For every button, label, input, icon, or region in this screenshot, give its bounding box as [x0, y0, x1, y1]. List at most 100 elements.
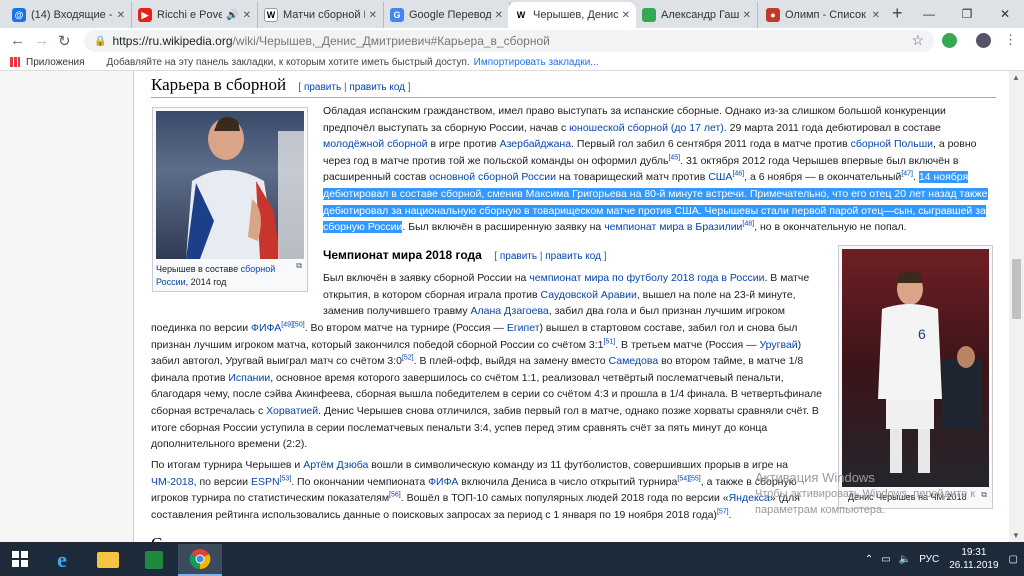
close-icon[interactable]: ✕ [369, 10, 377, 21]
edit-code-link[interactable]: править код [349, 82, 405, 93]
close-icon[interactable]: ✕ [743, 10, 751, 21]
menu-icon[interactable]: ⋮ [1004, 32, 1017, 48]
tab-matches[interactable]: W Матчи сборной Р ✕ [258, 2, 384, 28]
address-bar[interactable]: 🔒 https://ru.wikipedia.org/wiki/Черышев,… [84, 30, 934, 52]
link-egypt[interactable]: Египет [507, 322, 540, 334]
link-azerbaijan[interactable]: Азербайджана [500, 138, 572, 150]
taskbar-explorer[interactable] [86, 544, 130, 576]
taskbar-chrome[interactable] [178, 544, 222, 576]
ref-56[interactable]: [56] [389, 492, 401, 499]
extension-icon[interactable] [942, 33, 957, 48]
link-croatia[interactable]: Хорватией [266, 405, 318, 417]
chevron-up-icon[interactable]: ⌃ [865, 554, 873, 565]
enlarge-icon[interactable]: ⧉ [296, 261, 302, 271]
edit-code-link[interactable]: править код [545, 251, 601, 262]
photo-caption: Черышев в составе сборной России, 2014 г… [156, 263, 304, 289]
ref-46[interactable]: [46] [732, 171, 744, 178]
bookmarks-hint: Добавляйте на эту панель закладки, к кот… [106, 56, 470, 68]
ref-50[interactable]: [50] [293, 322, 305, 329]
clock[interactable]: 19:31 26.11.2019 [949, 546, 998, 572]
link-saudi-arabia[interactable]: Саудовской Аравии [541, 289, 637, 301]
maximize-icon[interactable]: ❐ [948, 0, 986, 28]
network-icon[interactable]: ▭ [881, 554, 890, 565]
clock-time: 19:31 [961, 547, 987, 558]
link-wc-2018[interactable]: ЧМ-2018 [151, 476, 194, 488]
link-fifa[interactable]: ФИФА [251, 322, 281, 334]
link-wc-2018-russia[interactable]: чемпионат мира по футболу 2018 года в Ро… [529, 272, 764, 284]
apps-label[interactable]: Приложения [26, 57, 85, 68]
taskbar-store[interactable] [132, 544, 176, 576]
activation-title: Активация Windows [755, 470, 875, 485]
speaker-icon[interactable]: 🔈 [899, 554, 911, 565]
scroll-up-icon[interactable]: ▲ [1012, 73, 1020, 82]
avatar[interactable] [976, 33, 991, 48]
photo-thumbnail-2014[interactable]: ⧉ Черышев в составе сборной России, 2014… [152, 107, 308, 292]
tab-title: Ricchi e Poveri [157, 9, 222, 21]
tab-inbox[interactable]: @ (14) Входящие - П ✕ [6, 2, 132, 28]
apps-icon[interactable] [10, 57, 20, 67]
link-uruguay[interactable]: Уругвай [759, 339, 797, 351]
tab-cheryshev[interactable]: W Черышев, Денис Д ✕ [508, 2, 636, 28]
scrollbar-thumb[interactable] [1012, 259, 1021, 319]
ref-57[interactable]: [57] [717, 508, 729, 515]
close-icon[interactable]: ✕ [495, 10, 503, 21]
edit-link[interactable]: править [500, 251, 537, 262]
vertical-scrollbar[interactable]: ▲ ▼ [1009, 71, 1024, 542]
close-window-icon[interactable]: ✕ [986, 0, 1024, 28]
player-photo-2014[interactable] [156, 111, 304, 259]
ref-54[interactable]: [54] [677, 475, 689, 482]
section-title: Карьера в сборной [151, 75, 287, 94]
tab-youtube[interactable]: ▶ Ricchi e Poveri 🔊 ✕ [132, 2, 258, 28]
taskbar-ie[interactable]: e [40, 544, 84, 576]
ref-49[interactable]: [49] [281, 322, 293, 329]
link-fifa-2[interactable]: ФИФА [428, 476, 458, 488]
minimize-icon[interactable]: — [910, 0, 948, 28]
link-usa[interactable]: США [708, 171, 732, 183]
close-icon[interactable]: ✕ [622, 10, 630, 21]
bookmark-star-icon[interactable]: ☆ [911, 32, 924, 49]
ref-48[interactable]: [48] [742, 221, 754, 228]
tab-title: Черышев, Денис Д [533, 9, 618, 21]
start-button[interactable] [0, 542, 40, 576]
edit-link[interactable]: править [304, 82, 341, 93]
edit-links: [ править | править код ] [494, 251, 607, 262]
player-photo-2018[interactable]: 6 [842, 249, 989, 487]
close-icon[interactable]: ✕ [117, 10, 125, 21]
tab-olimp[interactable]: ● Олимп - Список с ✕ [760, 2, 886, 28]
link-dzagoev[interactable]: Алана Дзагоева [471, 305, 549, 317]
ref-51[interactable]: [51] [604, 338, 616, 345]
ref-45[interactable]: [45] [668, 154, 680, 161]
ref-55[interactable]: [55] [689, 475, 701, 482]
ref-52[interactable]: [52] [402, 355, 414, 362]
close-icon[interactable]: ✕ [243, 10, 251, 21]
notifications-icon[interactable]: ▢ [1009, 554, 1018, 565]
link-poland[interactable]: сборной Польши [851, 138, 933, 150]
link-wc-brazil[interactable]: чемпионат мира в Бразилии [604, 221, 742, 233]
link-spain[interactable]: Испании [228, 372, 270, 384]
link-youth-team[interactable]: юношеской сборной (до 17 лет) [569, 122, 724, 134]
url-host: https://ru.wikipedia.org [112, 34, 233, 48]
tab-translate[interactable]: G Google Переводч ✕ [384, 2, 510, 28]
language-indicator[interactable]: РУС [919, 554, 939, 565]
reload-icon[interactable]: ↻ [58, 32, 71, 50]
tab-title: Александр Гашин [661, 9, 739, 21]
close-icon[interactable]: ✕ [872, 10, 880, 21]
link-dzyuba[interactable]: Артём Дзюба [303, 459, 368, 471]
ref-53[interactable]: [53] [280, 475, 292, 482]
link-samedov[interactable]: Самедова [609, 355, 659, 367]
ref-47[interactable]: [47] [901, 171, 913, 178]
tab-gashin[interactable]: Александр Гашин ✕ [636, 2, 758, 28]
player-silhouette-icon: 6 [878, 271, 982, 473]
back-icon[interactable]: ← [10, 32, 25, 49]
enlarge-icon[interactable]: ⧉ [981, 490, 987, 500]
chrome-icon [189, 549, 211, 570]
link-youth-team-2[interactable]: молодёжной сборной [323, 138, 428, 150]
link-main-team[interactable]: основной сборной России [429, 171, 556, 183]
link-espn[interactable]: ESPN [251, 476, 280, 488]
new-tab-button[interactable]: + [892, 3, 903, 24]
speaker-icon[interactable]: 🔊 [226, 10, 238, 21]
forward-icon[interactable]: → [34, 32, 49, 49]
scroll-down-icon[interactable]: ▼ [1012, 531, 1020, 540]
olimp-icon: ● [766, 8, 780, 22]
import-bookmarks-link[interactable]: Импортировать закладки... [474, 57, 599, 68]
